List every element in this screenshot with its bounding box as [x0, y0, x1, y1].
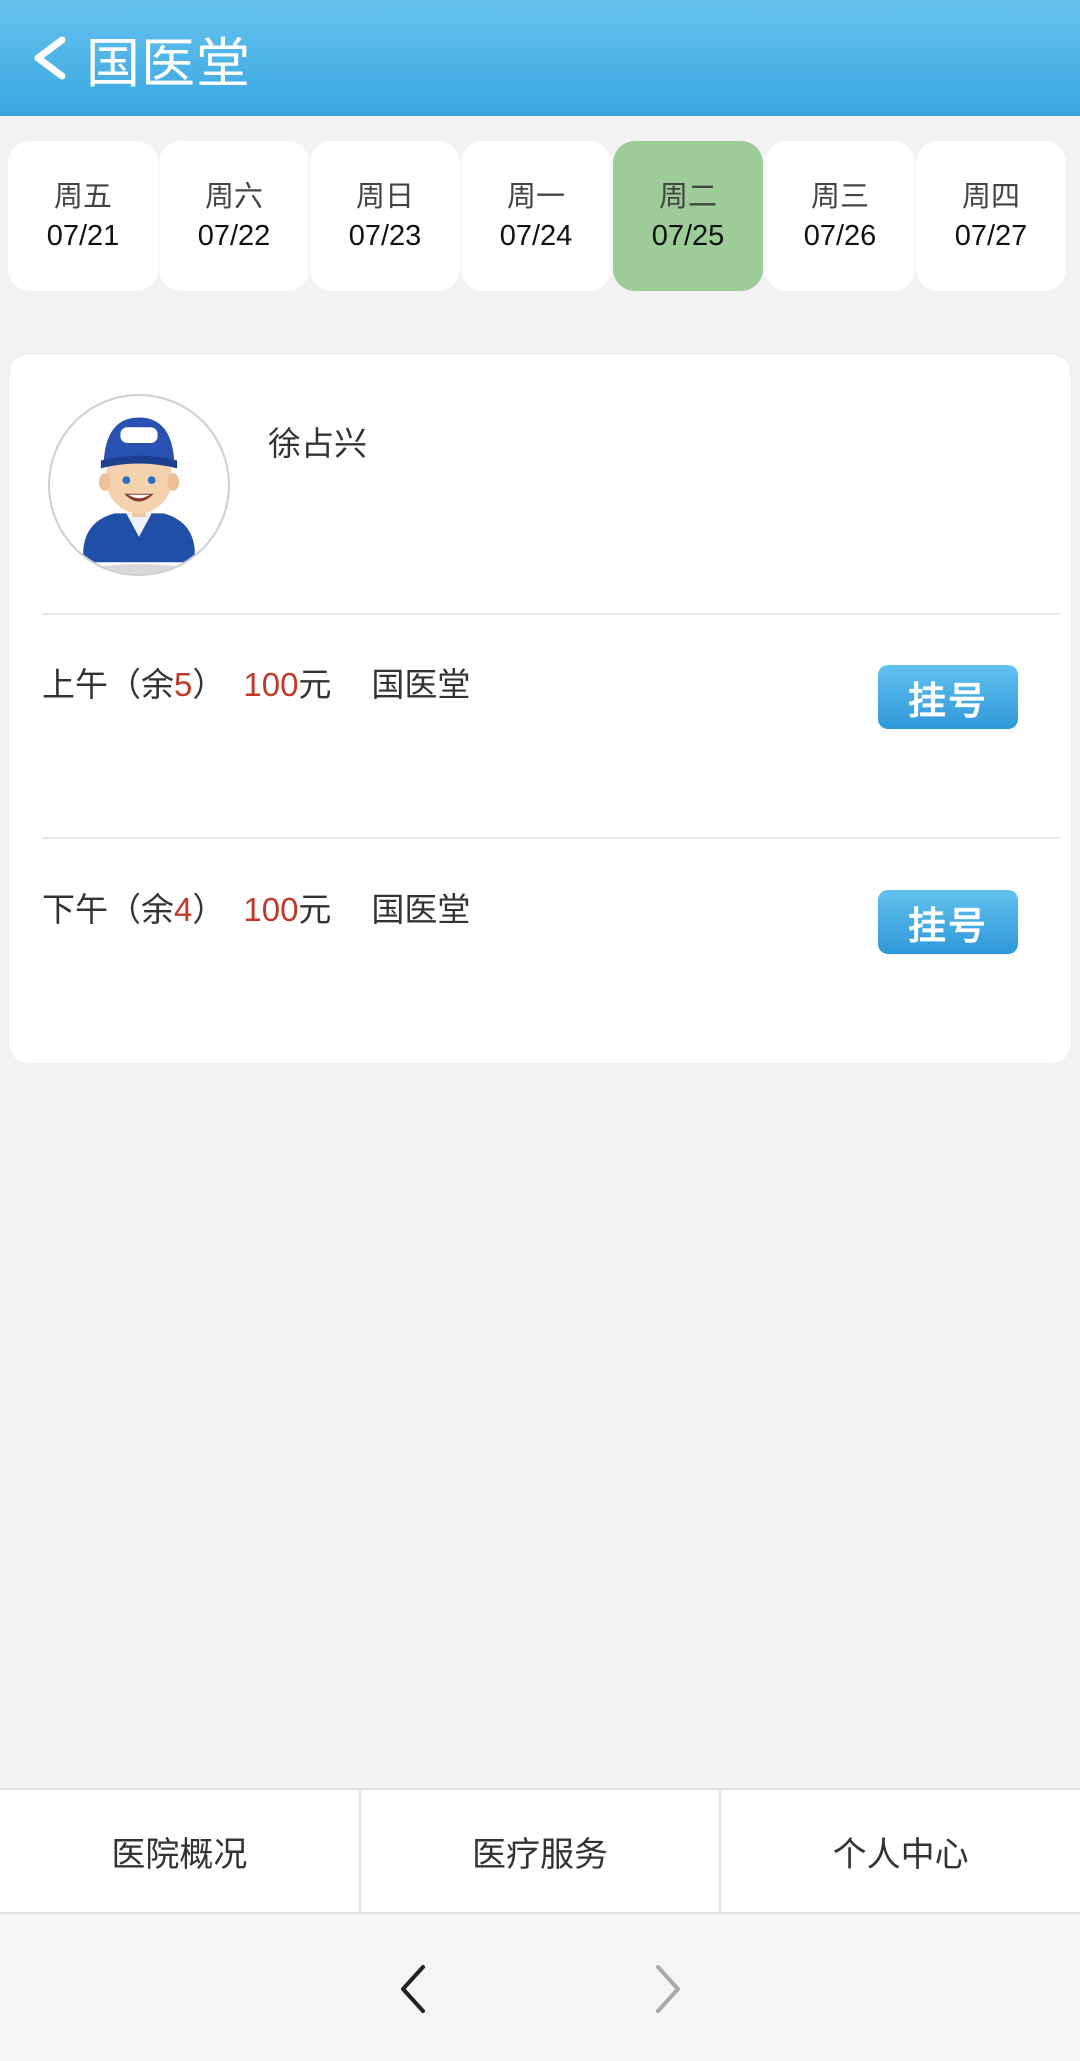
department-name: 国医堂	[371, 665, 471, 704]
date-label: 07/25	[651, 220, 725, 252]
date-label: 07/21	[46, 220, 120, 252]
date-label: 07/24	[499, 220, 573, 252]
date-tab-selected[interactable]: 周二 07/25	[613, 141, 763, 291]
date-tab[interactable]: 周一 07/24	[461, 141, 611, 291]
weekday-label: 周六	[204, 179, 263, 213]
weekday-label: 周一	[506, 179, 565, 213]
date-label: 07/27	[954, 220, 1028, 252]
divider	[42, 613, 1060, 615]
remain-prefix: （余	[108, 890, 174, 929]
slot-period: 下午	[42, 890, 108, 929]
doctor-avatar-icon	[48, 394, 230, 576]
divider	[42, 837, 1060, 839]
slot-row-afternoon: 下午（余4） 100元 国医堂 挂号	[42, 885, 1070, 965]
remain-suffix: ）	[192, 890, 226, 929]
date-tab[interactable]: 周六 07/22	[159, 141, 309, 291]
chevron-left-icon	[34, 36, 66, 80]
weekday-label: 周三	[810, 179, 869, 213]
chevron-left-icon	[401, 1965, 425, 2013]
remaining-count: 5	[174, 666, 193, 703]
date-tab[interactable]: 周三 07/26	[765, 141, 915, 291]
browser-back-button[interactable]	[383, 1954, 443, 2024]
remaining-count: 4	[174, 891, 193, 928]
nav-personal-center[interactable]: 个人中心	[719, 1790, 1080, 1912]
weekday-label: 周日	[355, 179, 414, 213]
date-selector: 周五 07/21 周六 07/22 周日 07/23 周一 07/24 周二 0…	[0, 138, 1080, 294]
weekday-label: 周二	[658, 179, 717, 213]
bottom-nav: 医院概况 医疗服务 个人中心	[0, 1788, 1080, 1914]
weekday-label: 周五	[53, 179, 112, 213]
browser-forward-button[interactable]	[638, 1954, 698, 2024]
fee-amount: 100	[243, 891, 299, 928]
slot-period: 上午	[42, 665, 108, 704]
chevron-right-icon	[656, 1965, 680, 2013]
date-tab[interactable]: 周五 07/21	[8, 141, 158, 291]
date-tab[interactable]: 周四 07/27	[916, 141, 1066, 291]
date-label: 07/22	[197, 220, 271, 252]
nav-hospital-overview[interactable]: 医院概况	[0, 1790, 359, 1912]
fee-unit: 元	[298, 890, 332, 929]
date-tab[interactable]: 周日 07/23	[310, 141, 460, 291]
slot-info: 下午（余4） 100元 国医堂	[42, 885, 470, 935]
register-button[interactable]: 挂号	[878, 665, 1018, 729]
browser-toolbar	[0, 1914, 1080, 2061]
fee-amount: 100	[243, 666, 299, 703]
nav-medical-services[interactable]: 医疗服务	[358, 1790, 720, 1912]
department-name: 国医堂	[371, 890, 471, 929]
slot-row-morning: 上午（余5） 100元 国医堂 挂号	[42, 660, 1070, 740]
doctor-card: 徐占兴 上午（余5） 100元 国医堂 挂号 下午（余4） 100元 国医堂 挂号	[10, 355, 1070, 1063]
weekday-label: 周四	[961, 179, 1020, 213]
register-button[interactable]: 挂号	[878, 890, 1018, 954]
page-title: 国医堂	[86, 31, 251, 95]
date-label: 07/26	[803, 220, 877, 252]
doctor-name: 徐占兴	[268, 424, 367, 463]
date-label: 07/23	[348, 220, 422, 252]
app-header: 国医堂	[0, 0, 1080, 116]
fee-unit: 元	[298, 665, 332, 704]
remain-suffix: ）	[192, 665, 226, 704]
slot-info: 上午（余5） 100元 国医堂	[42, 660, 470, 710]
back-button[interactable]	[0, 0, 70, 116]
remain-prefix: （余	[108, 665, 174, 704]
